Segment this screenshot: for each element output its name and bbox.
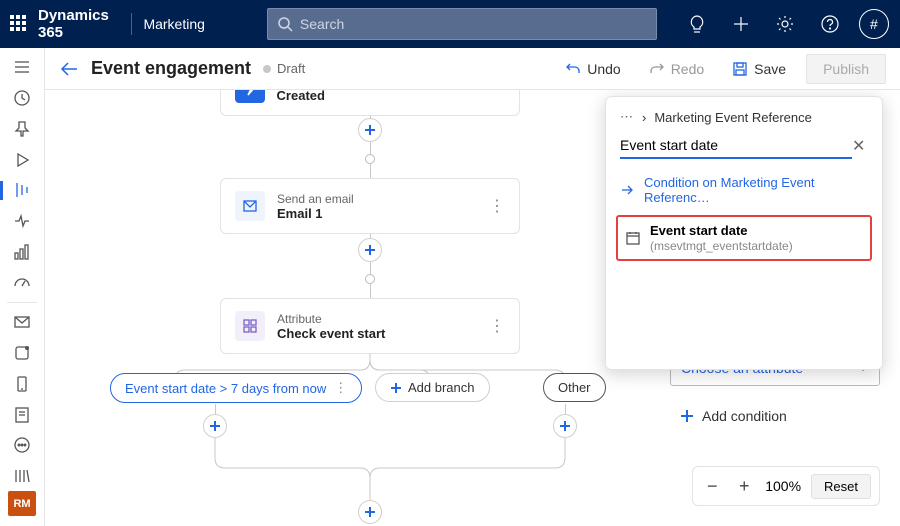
page-toolbar: Event engagement Draft Undo Redo Save Pu…	[45, 48, 900, 90]
zoom-controls: − + 100% Reset	[692, 466, 880, 506]
attribute-search-input[interactable]	[620, 133, 852, 159]
rail-menu-icon[interactable]	[0, 52, 45, 83]
status-badge: Draft	[263, 61, 305, 76]
add-step-button[interactable]	[203, 414, 227, 438]
search-icon	[278, 17, 292, 31]
rail-notify-icon[interactable]	[0, 338, 45, 369]
rail-library-icon[interactable]	[0, 461, 45, 492]
nav-divider	[131, 13, 132, 35]
save-button[interactable]: Save	[724, 55, 794, 83]
page-title: Event engagement	[91, 58, 251, 79]
chevron-right-icon: ›	[642, 110, 646, 125]
zoom-reset-button[interactable]: Reset	[811, 474, 871, 499]
attribute-picker-popover: ⋯› Marketing Event Reference ✕ Condition…	[605, 96, 883, 370]
undo-icon	[565, 61, 581, 77]
trigger-card[interactable]: Marketing Event Registration Created	[220, 90, 520, 116]
rail-journeys-icon[interactable]	[0, 175, 45, 206]
add-branch-button[interactable]: Add branch	[375, 373, 490, 402]
rail-triggers-icon[interactable]	[0, 206, 45, 237]
rail-forms-icon[interactable]	[0, 399, 45, 430]
area-label: Marketing	[143, 16, 204, 32]
condition-on-link[interactable]: Condition on Marketing Event Referenc…	[606, 167, 882, 213]
redo-button: Redo	[641, 55, 712, 83]
left-rail: RM	[0, 48, 45, 526]
connector-midpoint	[365, 274, 375, 284]
assistant-icon[interactable]	[681, 0, 713, 48]
attribute-card[interactable]: Attribute Check event start ⋮	[220, 298, 520, 354]
back-button[interactable]	[59, 59, 79, 79]
zoom-out-button[interactable]: −	[701, 476, 723, 497]
rail-pinned-icon[interactable]	[0, 114, 45, 145]
clear-search-icon[interactable]: ✕	[852, 136, 868, 156]
calendar-icon	[626, 231, 640, 245]
attribute-result-event-start-date[interactable]: Event start date (msevtmgt_eventstartdat…	[616, 215, 872, 261]
publish-button: Publish	[806, 54, 886, 84]
top-navbar: Dynamics 365 Marketing Search #	[0, 0, 900, 48]
arrow-right-icon	[620, 183, 634, 197]
add-step-button[interactable]	[358, 238, 382, 262]
rail-sms-icon[interactable]	[0, 368, 45, 399]
help-icon[interactable]	[814, 0, 846, 48]
rail-mail-icon[interactable]	[0, 307, 45, 338]
brand-label: Dynamics 365	[38, 7, 119, 41]
global-search[interactable]: Search	[267, 8, 657, 40]
undo-button[interactable]: Undo	[557, 55, 628, 83]
connector-midpoint	[365, 154, 375, 164]
redo-icon	[649, 61, 665, 77]
settings-icon[interactable]	[769, 0, 801, 48]
rail-play-icon[interactable]	[0, 144, 45, 175]
rail-recent-icon[interactable]	[0, 83, 45, 114]
rail-more-icon[interactable]	[0, 430, 45, 461]
add-step-button[interactable]	[553, 414, 577, 438]
popover-breadcrumb[interactable]: ⋯› Marketing Event Reference	[606, 97, 882, 129]
journey-canvas[interactable]: Marketing Event Registration Created Sen…	[45, 90, 900, 526]
add-icon[interactable]	[725, 0, 757, 48]
email-card[interactable]: Send an email Email 1 ⋮	[220, 178, 520, 234]
add-step-button[interactable]	[358, 500, 382, 524]
add-step-button[interactable]	[358, 118, 382, 142]
account-avatar[interactable]: #	[858, 0, 890, 48]
branch-other-chip[interactable]: Other	[543, 373, 606, 402]
zoom-value: 100%	[765, 478, 801, 494]
rail-analytics-icon[interactable]	[0, 237, 45, 268]
rail-speed-icon[interactable]	[0, 267, 45, 298]
branch-condition-chip[interactable]: Event start date > 7 days from now⋮	[110, 373, 362, 403]
user-badge[interactable]: RM	[8, 491, 36, 516]
save-icon	[732, 61, 748, 77]
card-menu-icon[interactable]: ⋮	[489, 196, 505, 216]
add-condition-button[interactable]: Add condition	[680, 408, 870, 424]
card-menu-icon[interactable]: ⋮	[489, 316, 505, 336]
zoom-in-button[interactable]: +	[733, 476, 755, 497]
search-placeholder: Search	[300, 16, 344, 32]
app-launcher-icon[interactable]	[10, 15, 26, 33]
